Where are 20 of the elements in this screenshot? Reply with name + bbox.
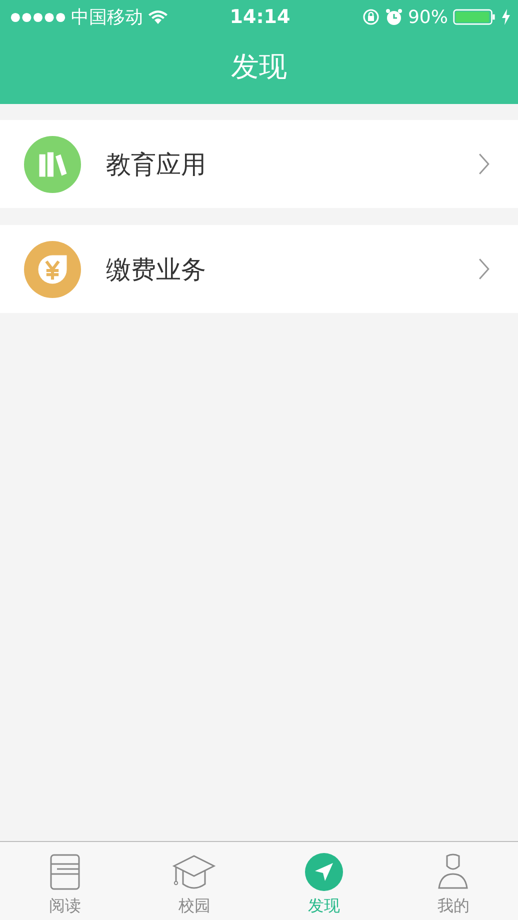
tab-item[interactable]: 校园	[130, 842, 259, 920]
page-title: 发现	[230, 49, 288, 85]
books-icon	[24, 136, 81, 192]
rotation-lock-icon	[362, 8, 380, 26]
yen-icon	[24, 240, 81, 298]
list-item[interactable]: 缴费业务	[0, 225, 518, 313]
list-item[interactable]: 教育应用	[0, 120, 518, 208]
carrier-name: 中国移动	[71, 6, 143, 29]
wifi-icon	[148, 10, 168, 24]
tab-item[interactable]: 发现	[259, 842, 388, 920]
chevron-icon	[478, 153, 490, 175]
clock-time: 14:14	[230, 6, 290, 28]
battery-percent: 90%	[408, 6, 448, 28]
tab-item[interactable]: 阅读	[0, 842, 130, 920]
signal-icon	[10, 12, 66, 22]
battery-icon	[452, 9, 497, 25]
tab-item[interactable]: 我的	[388, 842, 518, 920]
charging-icon	[502, 9, 510, 25]
chevron-icon	[478, 258, 490, 280]
alarm-icon	[384, 8, 403, 26]
